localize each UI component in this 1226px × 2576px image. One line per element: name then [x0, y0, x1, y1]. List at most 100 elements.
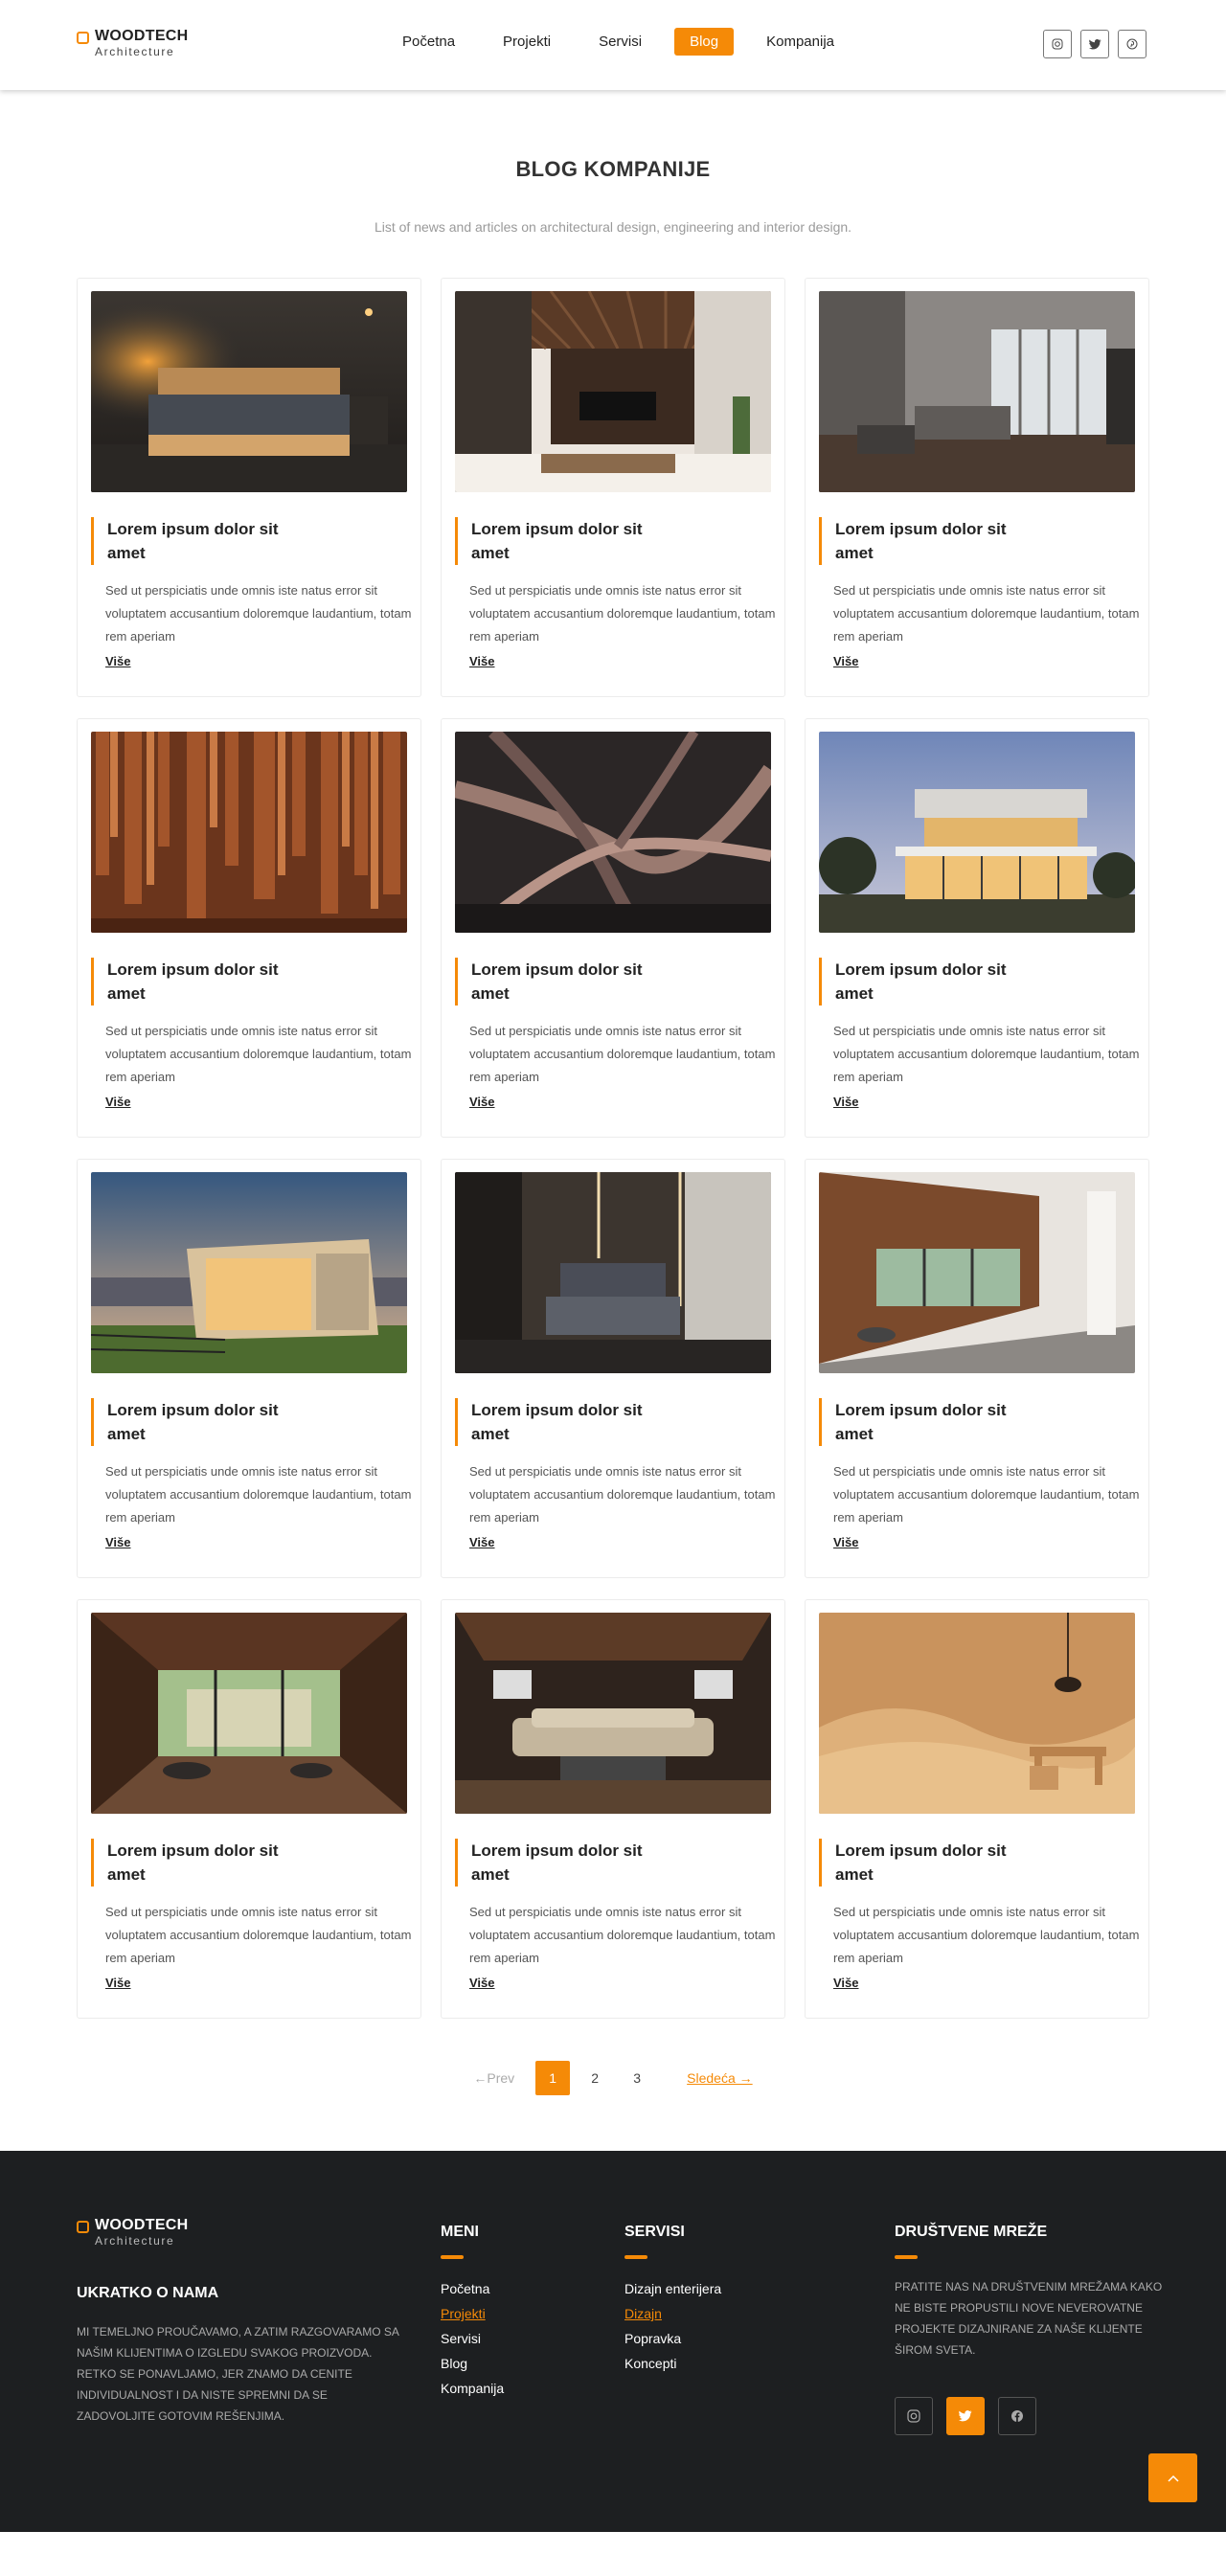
blog-card: Lorem ipsum dolor sit amet Sed ut perspi… [77, 278, 421, 697]
post-excerpt: Sed ut perspiciatis unde omnis iste natu… [469, 583, 776, 644]
pagination-page-2[interactable]: 2 [578, 2061, 612, 2095]
blog-card: Lorem ipsum dolor sit amet Sed ut perspi… [805, 1159, 1149, 1578]
read-more-link[interactable]: Više [105, 1535, 131, 1549]
title-underline [624, 2255, 647, 2259]
post-title[interactable]: Lorem ipsum dolor sit amet [455, 1398, 666, 1446]
post-excerpt: Sed ut perspiciatis unde omnis iste natu… [469, 1905, 776, 1965]
footer-link-blog[interactable]: Blog [441, 2351, 504, 2376]
nav-item-blog[interactable]: Blog [674, 28, 735, 56]
read-more-link[interactable]: Više [469, 654, 495, 668]
post-excerpt: Sed ut perspiciatis unde omnis iste natu… [833, 583, 1140, 644]
post-image[interactable] [455, 1172, 771, 1373]
footer-brand-logo[interactable]: WOODTECH Architecture [77, 2218, 189, 2247]
pagination-next[interactable]: Sledeća → [687, 2070, 752, 2086]
title-underline [441, 2255, 464, 2259]
footer-link-kompanija[interactable]: Kompanija [441, 2376, 504, 2401]
footer-link-servisi[interactable]: Servisi [441, 2326, 504, 2351]
post-image[interactable] [455, 1613, 771, 1814]
read-more-link[interactable]: Više [105, 654, 131, 668]
post-excerpt: Sed ut perspiciatis unde omnis iste natu… [833, 1464, 1140, 1525]
brand-name: WOODTECH [95, 28, 189, 44]
footer-link-koncepti[interactable]: Koncepti [624, 2351, 721, 2376]
nav-item-kompanija[interactable]: Kompanija [751, 28, 850, 56]
post-image[interactable] [455, 732, 771, 933]
post-title[interactable]: Lorem ipsum dolor sit amet [455, 517, 666, 565]
facebook-icon[interactable] [998, 2397, 1036, 2435]
blog-grid: Lorem ipsum dolor sit amet Sed ut perspi… [77, 278, 1149, 2019]
read-more-link[interactable]: Više [833, 1535, 859, 1549]
logo-square-icon [77, 2221, 89, 2233]
brand-logo[interactable]: WOODTECH Architecture [77, 29, 189, 57]
read-more-link[interactable]: Više [833, 654, 859, 668]
post-title[interactable]: Lorem ipsum dolor sit amet [819, 958, 1030, 1006]
post-excerpt: Sed ut perspiciatis unde omnis iste natu… [469, 1464, 776, 1525]
footer-about-text: Mi temeljno proučavamo, a zatim razgovar… [77, 2325, 399, 2423]
post-title[interactable]: Lorem ipsum dolor sit amet [819, 1839, 1030, 1887]
post-image[interactable] [819, 732, 1135, 933]
post-image[interactable] [819, 1172, 1135, 1373]
site-header: WOODTECH Architecture Početna Projekti S… [0, 0, 1226, 90]
post-title[interactable]: Lorem ipsum dolor sit amet [91, 517, 302, 565]
read-more-link[interactable]: Više [833, 1976, 859, 1990]
footer-link-dizajn[interactable]: Dizajn [624, 2301, 721, 2326]
post-title[interactable]: Lorem ipsum dolor sit amet [91, 1398, 302, 1446]
instagram-icon[interactable] [1043, 30, 1072, 58]
blog-card: Lorem ipsum dolor sit amet Sed ut perspi… [77, 718, 421, 1138]
read-more-link[interactable]: Više [105, 1095, 131, 1109]
back-to-top-button[interactable] [1148, 2453, 1197, 2502]
blog-card: Lorem ipsum dolor sit amet Sed ut perspi… [77, 1159, 421, 1578]
blog-card: Lorem ipsum dolor sit amet Sed ut perspi… [441, 718, 785, 1138]
read-more-link[interactable]: Više [469, 1095, 495, 1109]
title-underline [895, 2255, 918, 2259]
pagination-page-1[interactable]: 1 [535, 2061, 571, 2095]
footer-services-title: SERVISI [624, 2224, 685, 2240]
pinterest-icon[interactable] [1118, 30, 1147, 58]
post-title[interactable]: Lorem ipsum dolor sit amet [819, 1398, 1030, 1446]
read-more-link[interactable]: Više [469, 1976, 495, 1990]
footer-link-popravka[interactable]: Popravka [624, 2326, 721, 2351]
post-excerpt: Sed ut perspiciatis unde omnis iste natu… [469, 1024, 776, 1084]
footer-social-title: DRUŠTVENE MREŽE [895, 2224, 1048, 2240]
post-image[interactable] [91, 732, 407, 933]
chevron-up-icon [1167, 2474, 1179, 2482]
post-excerpt: Sed ut perspiciatis unde omnis iste natu… [833, 1024, 1140, 1084]
footer-about-title: UKRATKO O NAMA [77, 2285, 219, 2301]
twitter-icon[interactable] [1080, 30, 1109, 58]
post-image[interactable] [91, 1613, 407, 1814]
post-image[interactable] [819, 291, 1135, 492]
instagram-icon[interactable] [895, 2397, 933, 2435]
nav-item-servisi[interactable]: Servisi [583, 28, 657, 56]
page-title: BLOG KOMPANIJE [515, 157, 711, 181]
main-nav: Početna Projekti Servisi Blog Kompanija [387, 28, 867, 56]
footer-social: DRUŠTVENE MREŽE Pratite nas na društveni… [895, 2224, 1163, 2435]
post-title[interactable]: Lorem ipsum dolor sit amet [819, 517, 1030, 565]
logo-square-icon [77, 32, 89, 44]
post-excerpt: Sed ut perspiciatis unde omnis iste natu… [833, 1905, 1140, 1965]
post-title[interactable]: Lorem ipsum dolor sit amet [455, 958, 666, 1006]
post-image[interactable] [455, 291, 771, 492]
post-title[interactable]: Lorem ipsum dolor sit amet [91, 1839, 302, 1887]
post-image[interactable] [91, 291, 407, 492]
blog-card: Lorem ipsum dolor sit amet Sed ut perspi… [805, 718, 1149, 1138]
read-more-link[interactable]: Više [469, 1535, 495, 1549]
blog-card: Lorem ipsum dolor sit amet Sed ut perspi… [441, 1159, 785, 1578]
read-more-link[interactable]: Više [833, 1095, 859, 1109]
footer-link-dizajn-enterijera[interactable]: Dizajn enterijera [624, 2276, 721, 2301]
brand-tagline: Architecture [95, 2234, 175, 2248]
post-image[interactable] [91, 1172, 407, 1373]
pagination-page-3[interactable]: 3 [620, 2061, 654, 2095]
pagination-prev[interactable]: ←Prev [473, 2070, 514, 2086]
brand-name: WOODTECH [95, 2217, 189, 2233]
post-title[interactable]: Lorem ipsum dolor sit amet [455, 1839, 666, 1887]
post-image[interactable] [819, 1613, 1135, 1814]
post-excerpt: Sed ut perspiciatis unde omnis iste natu… [105, 1905, 412, 1965]
read-more-link[interactable]: Više [105, 1976, 131, 1990]
nav-item-pocetna[interactable]: Početna [387, 28, 470, 56]
post-title[interactable]: Lorem ipsum dolor sit amet [91, 958, 302, 1006]
footer-link-projekti[interactable]: Projekti [441, 2301, 504, 2326]
footer-menu: MENI Početna Projekti Servisi Blog Kompa… [441, 2224, 504, 2401]
nav-item-projekti[interactable]: Projekti [488, 28, 566, 56]
twitter-icon[interactable] [946, 2397, 985, 2435]
header-social-links [1043, 30, 1155, 58]
footer-link-pocetna[interactable]: Početna [441, 2276, 504, 2301]
